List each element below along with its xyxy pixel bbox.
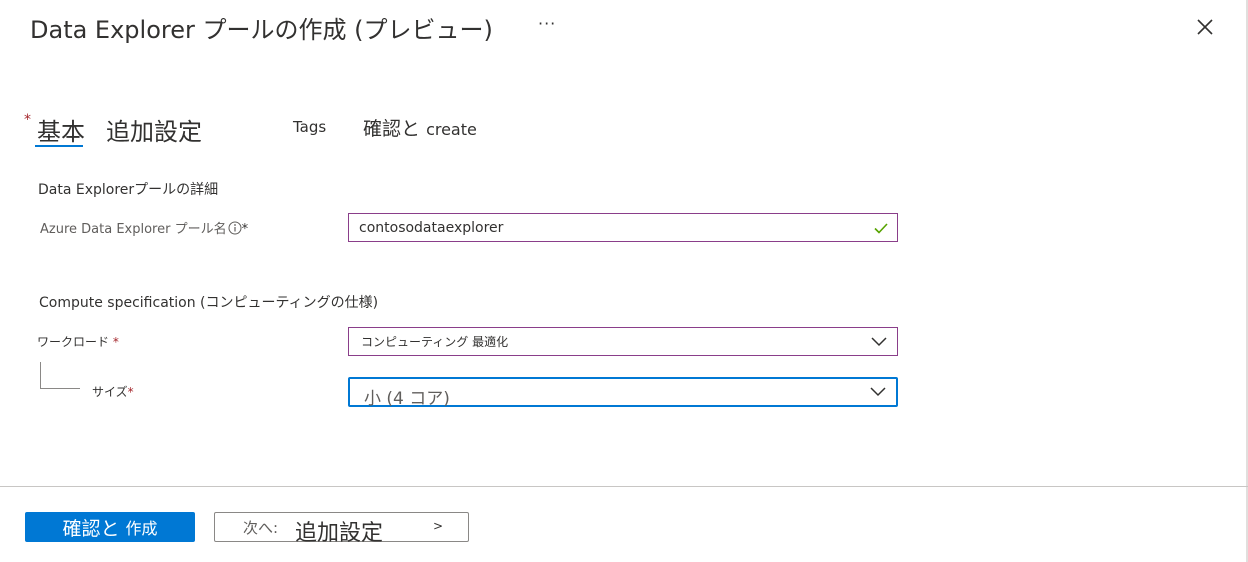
workload-dropdown[interactable]: コンピューティング 最適化 <box>348 327 898 356</box>
pool-name-value: contosodataexplorer <box>359 219 504 236</box>
next-target: 追加設定 <box>295 521 384 546</box>
next-prefix: 次へ: <box>243 519 279 537</box>
tab-review-create[interactable]: 確認と create <box>363 114 477 141</box>
close-icon <box>1197 19 1213 35</box>
workload-label-text: ワークロード <box>37 335 110 349</box>
required-marker: * <box>24 112 31 128</box>
pool-name-input[interactable]: contosodataexplorer <box>348 213 898 242</box>
review-create-button[interactable]: 確認と 作成 <box>25 512 195 542</box>
checkmark-icon <box>874 222 888 234</box>
active-tab-indicator <box>35 145 83 147</box>
tree-connector <box>40 362 41 388</box>
close-button[interactable] <box>1192 14 1218 40</box>
workload-label: ワークロード * <box>37 333 119 350</box>
review-create-label-sub: 作成 <box>125 519 158 538</box>
required-marker: * <box>112 335 119 349</box>
pool-name-label-text: Azure Data Explorer プール名 <box>40 222 227 237</box>
required-marker: * <box>241 222 249 237</box>
tab-additional-settings[interactable]: 追加設定 <box>106 112 202 147</box>
required-marker: * <box>127 385 134 399</box>
size-value: 小 (4 コア) <box>364 388 450 409</box>
chevron-down-icon <box>871 336 887 346</box>
next-button[interactable]: 次へ: 追加設定 > <box>214 512 469 546</box>
chevron-down-icon <box>870 387 886 397</box>
workload-value: コンピューティング 最適化 <box>361 335 509 349</box>
tab-basics-label: 基本 <box>37 118 85 146</box>
size-label-text: サイズ <box>92 385 128 399</box>
size-dropdown[interactable]: 小 (4 コア) <box>348 377 898 409</box>
size-label: サイズ* <box>92 383 134 400</box>
create-pool-blade: Data Explorer プールの作成 (プレビュー) ··· * 基本 追加設… <box>0 0 1248 562</box>
tab-tags[interactable]: Tags <box>293 118 326 136</box>
pool-name-label: Azure Data Explorer プール名 * <box>40 218 248 239</box>
compute-spec-heading: Compute specification (コンピューティングの仕様) <box>39 295 379 311</box>
more-options-button[interactable]: ··· <box>538 14 556 33</box>
footer-divider <box>0 486 1248 487</box>
tab-review-label-sub: create <box>426 120 477 139</box>
review-create-label-main: 確認と <box>62 517 120 540</box>
tab-review-label-main: 確認と <box>363 118 421 140</box>
pool-details-heading: Data Explorerプールの詳細 <box>38 182 219 198</box>
info-icon[interactable] <box>228 221 242 239</box>
tab-basics[interactable]: * 基本 <box>24 112 85 147</box>
next-arrow: > <box>433 519 444 533</box>
tree-connector <box>40 388 80 389</box>
page-title: Data Explorer プールの作成 (プレビュー) <box>30 16 493 44</box>
